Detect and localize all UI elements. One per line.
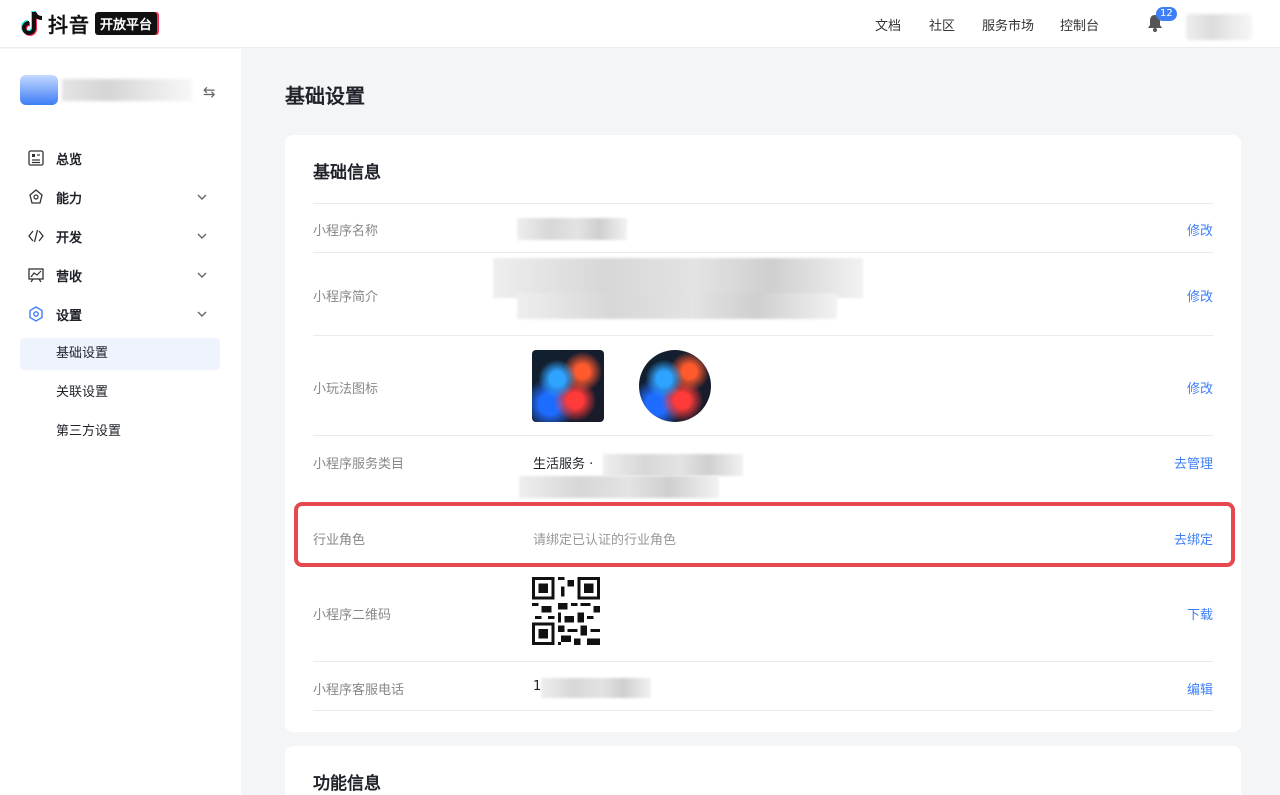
- card-title: 功能信息: [313, 774, 381, 794]
- sidebar-item-overview[interactable]: 总览: [0, 141, 241, 175]
- category-value-blur-2: [519, 476, 719, 498]
- category-value-blur: [603, 454, 743, 476]
- app-selector[interactable]: [20, 75, 192, 105]
- code-icon: [28, 229, 44, 243]
- sidebar-item-settings[interactable]: 设置: [0, 297, 241, 331]
- chevron-down-icon: [197, 233, 207, 239]
- app-avatar: [20, 75, 58, 105]
- row-name: 小程序名称 修改: [313, 203, 1213, 252]
- row-label: 小程序简介: [313, 290, 379, 305]
- brand-name: 抖音: [48, 13, 90, 37]
- sidebar: ⇆ 总览 能力 开发 营收 设置 基础设置 关联设置 第三方设置: [0, 49, 241, 795]
- sidebar-item-revenue[interactable]: 营收: [0, 258, 241, 292]
- nav-docs[interactable]: 文档: [875, 15, 901, 34]
- swap-icon[interactable]: ⇆: [203, 83, 216, 101]
- industry-role-highlight: [294, 502, 1235, 567]
- chevron-down-icon: [197, 194, 207, 200]
- chevron-down-icon: [197, 272, 207, 278]
- sidebar-item-develop[interactable]: 开发: [0, 219, 241, 253]
- feature-info-card: 功能信息: [285, 746, 1241, 795]
- qrcode-image: [532, 577, 600, 645]
- card-title: 基础信息: [313, 163, 381, 183]
- edit-phone-link[interactable]: 编辑: [1187, 679, 1213, 698]
- top-bar: 抖音 开放平台 文档 社区 服务市场 控制台 12: [0, 0, 1280, 48]
- row-category: 小程序服务类目 生活服务 · 去管理: [313, 435, 1213, 501]
- sidebar-subitem-third-party-settings[interactable]: 第三方设置: [20, 416, 220, 448]
- edit-name-link[interactable]: 修改: [1187, 220, 1213, 239]
- row-label: 小玩法图标: [313, 382, 379, 397]
- nav-console[interactable]: 控制台: [1060, 15, 1099, 34]
- phone-value-blur: [541, 678, 651, 698]
- nav-service-market[interactable]: 服务市场: [982, 15, 1034, 34]
- chevron-down-icon: [197, 311, 207, 317]
- basic-info-card: 基础信息 小程序名称 修改 小程序简介 修改 小玩法图标 修改 小程序服务类目 …: [285, 135, 1241, 732]
- app-name: [62, 79, 192, 101]
- user-avatar[interactable]: [1186, 14, 1252, 40]
- row-divider: [313, 710, 1213, 711]
- settings-icon: [29, 306, 43, 322]
- sidebar-item-label: 营收: [56, 269, 83, 285]
- row-icon: 小玩法图标 修改: [313, 335, 1213, 435]
- edit-intro-link[interactable]: 修改: [1187, 286, 1213, 305]
- sidebar-item-capability[interactable]: 能力: [0, 180, 241, 214]
- douyin-logo-icon: [21, 10, 43, 36]
- category-value: 生活服务 ·: [533, 457, 594, 472]
- row-qrcode: 小程序二维码 下载: [313, 565, 1213, 661]
- row-label: 小程序服务类目: [313, 457, 405, 472]
- app-icon-round: [639, 350, 711, 422]
- page-title: 基础设置: [285, 84, 365, 108]
- capability-icon: [29, 189, 43, 204]
- intro-value-line2: [517, 293, 837, 319]
- brand-badge: 开放平台: [95, 12, 158, 35]
- sidebar-subitem-basic-settings[interactable]: 基础设置: [20, 338, 220, 370]
- intro-value: [493, 258, 863, 298]
- notification-badge: 12: [1156, 7, 1177, 21]
- sidebar-item-label: 总览: [56, 152, 83, 168]
- logo[interactable]: 抖音 开放平台: [20, 9, 158, 38]
- revenue-chart-icon: [28, 268, 44, 283]
- name-value: [517, 218, 627, 240]
- sidebar-subitem-link-settings[interactable]: 关联设置: [20, 377, 220, 409]
- row-label: 小程序客服电话: [313, 683, 405, 698]
- row-intro: 小程序简介 修改: [313, 252, 1213, 335]
- row-label: 小程序二维码: [313, 608, 392, 623]
- app-icon-square: [532, 350, 604, 422]
- sidebar-item-label: 能力: [56, 191, 83, 207]
- row-phone: 小程序客服电话 1 编辑: [313, 661, 1213, 711]
- row-label: 小程序名称: [313, 224, 379, 239]
- download-qrcode-link[interactable]: 下载: [1187, 604, 1213, 623]
- dashboard-icon: [28, 150, 44, 166]
- sidebar-item-label: 开发: [56, 230, 83, 246]
- manage-category-link[interactable]: 去管理: [1174, 453, 1213, 472]
- nav-community[interactable]: 社区: [929, 15, 955, 34]
- edit-icon-link[interactable]: 修改: [1187, 378, 1213, 397]
- sidebar-item-label: 设置: [56, 308, 83, 324]
